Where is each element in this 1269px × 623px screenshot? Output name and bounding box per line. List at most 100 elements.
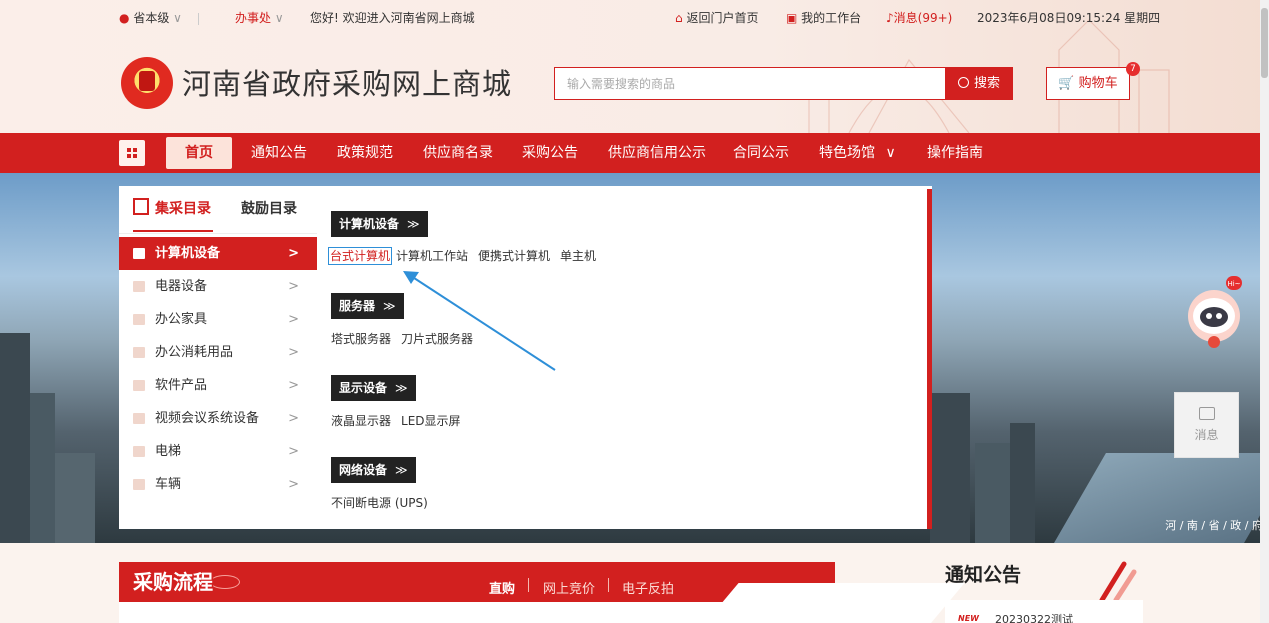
nav-item-policies[interactable]: 政策规范 <box>337 133 393 173</box>
category-item-furniture[interactable]: 办公家具 > <box>119 303 317 336</box>
main-nav: 首页 通知公告 政策规范 供应商名录 采购公告 供应商信用公示 合同公示 特色场… <box>0 133 1269 173</box>
category-item-computer-equipment[interactable]: 计算机设备 > <box>119 237 317 270</box>
subcategory-heading-network[interactable]: 网络设备 ≫ <box>331 457 416 483</box>
cart-count-badge: 7 <box>1126 62 1140 76</box>
banner-watermark: 河 / 南 / 省 / 政 / 府 <box>1165 519 1263 532</box>
monitor-icon <box>133 248 145 259</box>
message-float-button[interactable]: 消息 <box>1174 392 1239 458</box>
messages-link[interactable]: ♪消息(99+) <box>886 10 952 26</box>
workbench-link[interactable]: ▣ 我的工作台 <box>786 10 861 26</box>
link-desktop-computer[interactable]: 台式计算机 <box>328 247 393 265</box>
all-categories-grid-icon[interactable] <box>119 140 145 166</box>
dropdown-edge-accent <box>927 189 932 529</box>
notice-item[interactable]: 20230322测试 <box>995 611 1073 623</box>
search-icon <box>957 77 969 88</box>
category-item-elevator[interactable]: 电梯 > <box>119 435 317 468</box>
chair-icon <box>133 314 145 325</box>
subcategory-links-display: 液晶显示器 LED显示屏 <box>331 412 471 429</box>
nav-item-supplier-directory[interactable]: 供应商名录 <box>423 133 493 173</box>
link-single-host[interactable]: 单主机 <box>560 249 596 263</box>
subcategory-heading-computer[interactable]: 计算机设备 ≫ <box>331 211 428 237</box>
featured-halls-label: 特色场馆 <box>819 145 875 161</box>
category-item-label: 车辆 <box>155 477 182 492</box>
nav-item-featured-halls[interactable]: 特色场馆 ∨ <box>819 133 896 173</box>
category-item-office-supplies[interactable]: 办公消耗用品 > <box>119 336 317 369</box>
office-label: 办事处 <box>235 11 272 25</box>
category-item-label: 办公消耗用品 <box>155 345 234 360</box>
nav-item-contracts[interactable]: 合同公示 <box>733 133 789 173</box>
link-ups[interactable]: 不间断电源 (UPS) <box>331 496 428 510</box>
search-button[interactable]: 搜索 <box>945 67 1013 100</box>
nav-item-guide[interactable]: 操作指南 <box>927 133 983 173</box>
subcategory-heading-label: 服务器 <box>339 299 376 313</box>
category-item-software[interactable]: 软件产品 > <box>119 369 317 402</box>
subcategory-heading-label: 计算机设备 <box>339 217 400 231</box>
divider <box>528 578 529 592</box>
camera-icon <box>133 413 145 424</box>
category-item-vehicles[interactable]: 车辆 > <box>119 468 317 501</box>
chevron-right-icon: > <box>288 279 299 294</box>
subcategory-links-network: 不间断电源 (UPS) <box>331 494 438 511</box>
nav-item-notices[interactable]: 通知公告 <box>251 133 307 173</box>
tab-online-bidding[interactable]: 网上竞价 <box>543 578 595 597</box>
cloud-swirl-decoration <box>210 575 240 589</box>
chevron-right-icon: > <box>288 246 299 261</box>
datetime-display: 2023年6月08日09:15:24 星期四 <box>977 11 1161 25</box>
new-badge: NEW <box>958 614 979 623</box>
message-float-label: 消息 <box>1194 428 1219 442</box>
elevator-icon <box>133 446 145 457</box>
chevron-right-icon: > <box>288 444 299 459</box>
category-item-label: 电器设备 <box>155 279 208 294</box>
site-title[interactable]: 河南省政府采购网上商城 <box>182 66 512 102</box>
office-selector[interactable]: 办事处 ∨ <box>235 10 284 26</box>
tab-encouraged-catalog[interactable]: 鼓励目录 <box>241 198 297 218</box>
nav-item-home[interactable]: 首页 <box>166 137 232 169</box>
pen-icon <box>133 347 145 358</box>
government-emblem-logo[interactable] <box>121 57 173 109</box>
divider <box>197 12 199 25</box>
workbench-icon: ▣ <box>786 11 798 25</box>
tab-centralized-catalog[interactable]: 集采目录 <box>133 198 211 218</box>
cart-button[interactable]: 🛒 购物车 <box>1046 67 1130 100</box>
link-tower-server[interactable]: 塔式服务器 <box>331 332 391 346</box>
annotation-arrow-icon <box>403 271 556 371</box>
procurement-process-body <box>119 602 931 623</box>
tab-direct-purchase[interactable]: 直购 <box>489 578 515 597</box>
category-item-video-conference[interactable]: 视频会议系统设备 > <box>119 402 317 435</box>
subcategory-heading-server[interactable]: 服务器 ≫ <box>331 293 404 319</box>
nav-item-procurement-notices[interactable]: 采购公告 <box>522 133 578 173</box>
location-selector[interactable]: ● 省本级 ∨ <box>119 10 199 26</box>
appliance-icon <box>133 281 145 292</box>
robot-assistant-icon[interactable]: Hi~ <box>1186 276 1242 354</box>
software-icon <box>133 380 145 391</box>
notice-section-title: 通知公告 <box>945 564 1022 586</box>
tab-reverse-auction[interactable]: 电子反拍 <box>622 578 674 597</box>
chevron-right-icon: > <box>288 378 299 393</box>
chevron-down-icon: ∨ <box>885 145 896 161</box>
link-workstation[interactable]: 计算机工作站 <box>396 249 468 263</box>
link-led-screen[interactable]: LED显示屏 <box>401 414 461 428</box>
double-chevron-right-icon: ≫ <box>395 463 408 477</box>
notice-stripes-decoration <box>1099 561 1137 602</box>
search-input[interactable] <box>555 68 946 99</box>
link-laptop[interactable]: 便携式计算机 <box>478 249 550 263</box>
double-chevron-right-icon: ≫ <box>407 217 420 231</box>
location-pin-icon: ● <box>119 11 130 25</box>
top-bar: ● 省本级 ∨ 办事处 ∨ 您好! 欢迎进入河南省网上商城 ⌂ 返回门户首页 ▣… <box>0 0 1269 36</box>
portal-home-link[interactable]: ⌂ 返回门户首页 <box>675 10 758 26</box>
cart-icon: 🛒 <box>1058 76 1075 91</box>
link-lcd-monitor[interactable]: 液晶显示器 <box>331 414 391 428</box>
portal-home-label: 返回门户首页 <box>686 11 759 25</box>
active-tab-indicator <box>133 230 213 232</box>
messages-label: 消息(99+) <box>893 11 953 25</box>
category-item-electrical[interactable]: 电器设备 > <box>119 270 317 303</box>
search-box <box>554 67 946 100</box>
scrollbar-thumb[interactable] <box>1261 8 1268 78</box>
category-panel: 集采目录 鼓励目录 计算机设备 > 电器设备 > 办公家具 > 办公消耗用品 >… <box>119 186 317 529</box>
subcategory-heading-display[interactable]: 显示设备 ≫ <box>331 375 416 401</box>
cart-label: 购物车 <box>1078 76 1118 91</box>
page-scrollbar[interactable] <box>1260 0 1269 623</box>
nav-item-supplier-credit[interactable]: 供应商信用公示 <box>608 133 706 173</box>
category-item-label: 软件产品 <box>155 378 208 393</box>
chevron-down-icon: ∨ <box>274 11 284 25</box>
